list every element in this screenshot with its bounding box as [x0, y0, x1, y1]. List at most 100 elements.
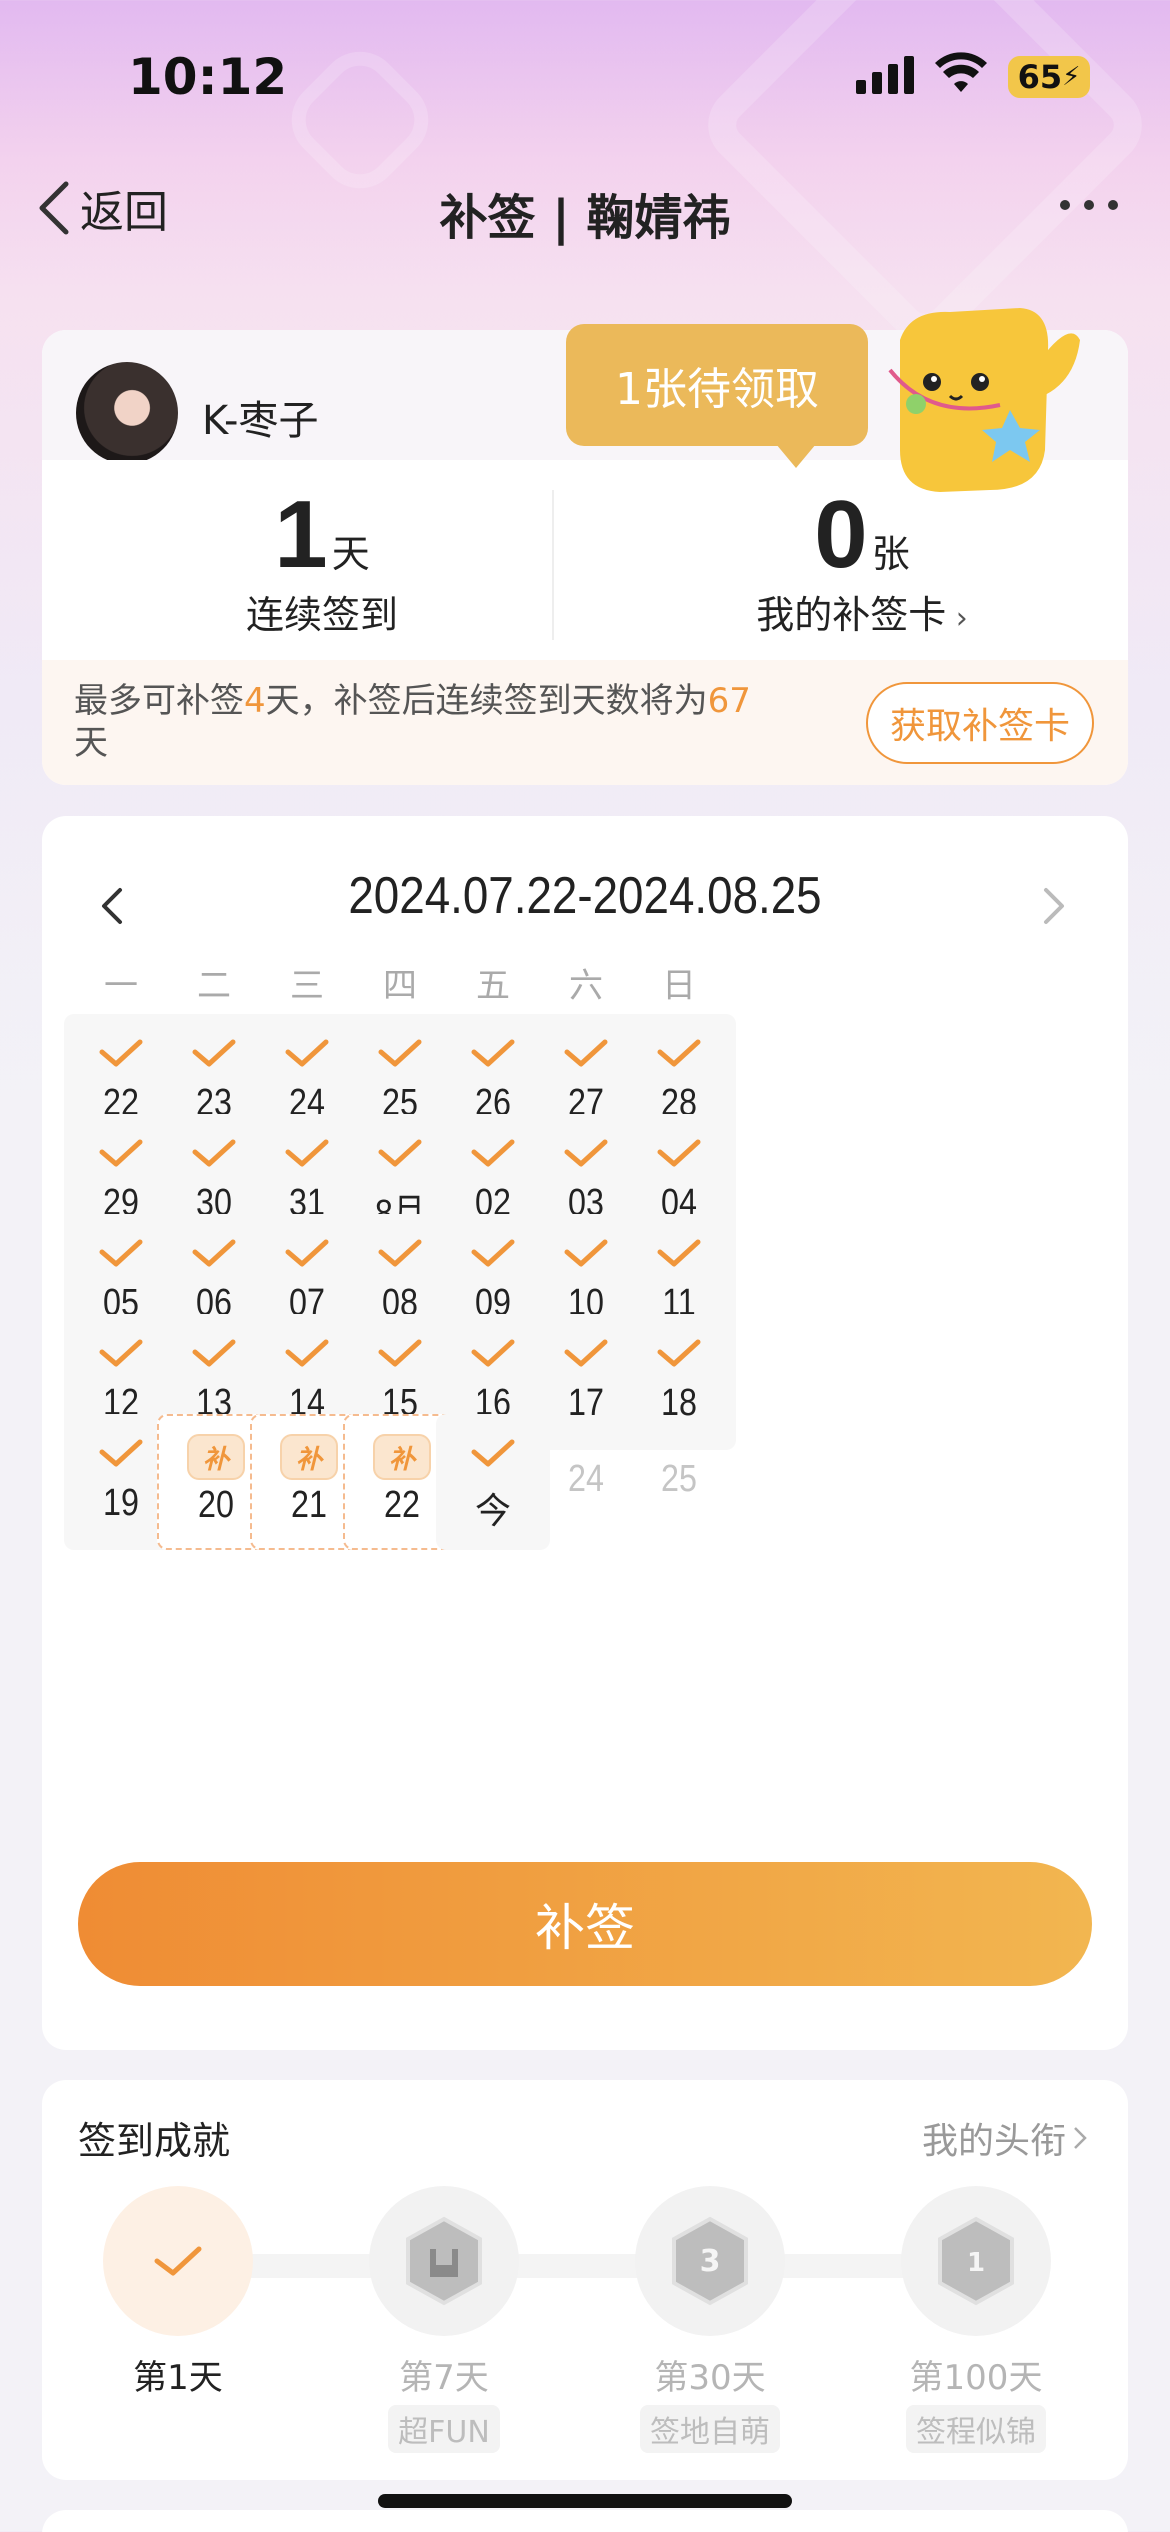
day-number: 25	[661, 1458, 697, 1500]
tip-total: 67	[707, 681, 751, 721]
achievement-day: 第1天	[133, 2358, 223, 2398]
achievement-item[interactable]: 3 第30天签地自萌	[610, 2186, 810, 2453]
check-icon	[657, 1039, 701, 1067]
get-makeup-card-button[interactable]: 获取补签卡	[866, 682, 1094, 764]
check-icon	[154, 2246, 202, 2276]
cards-label-text: 我的补签卡	[756, 593, 947, 637]
check-icon	[378, 1239, 422, 1267]
check-icon	[192, 1139, 236, 1167]
check-icon	[657, 1139, 701, 1167]
cards-value: 0	[814, 481, 867, 588]
tip-part3: 天	[74, 723, 108, 763]
streak-stat: 1天 连续签到	[62, 480, 582, 639]
home-indicator	[378, 2494, 792, 2508]
day-number: 19	[103, 1482, 139, 1524]
charging-bolt-icon: ⚡	[1062, 62, 1081, 92]
achievement-day: 第100天	[909, 2358, 1043, 2398]
pending-claim-bubble[interactable]: 1张待领取	[566, 324, 868, 468]
check-icon	[99, 1239, 143, 1267]
next-range-button[interactable]	[1036, 876, 1072, 936]
check-icon	[657, 1339, 701, 1367]
chevron-right-icon	[1074, 2127, 1087, 2149]
check-icon	[285, 1239, 329, 1267]
achievement-badge: 3	[635, 2186, 785, 2336]
achievement-badge: 1	[901, 2186, 1051, 2336]
my-titles-link[interactable]: 我的头衔	[922, 2112, 1088, 2164]
check-icon	[471, 1039, 515, 1067]
achievement-day: 第30天	[654, 2358, 766, 2398]
check-icon	[192, 1239, 236, 1267]
makeup-tag-icon: 补	[187, 1434, 245, 1480]
cards-label: 我的补签卡 ›	[602, 584, 1122, 639]
achievement-title-tag: 签地自萌	[640, 2405, 780, 2453]
check-icon	[192, 1039, 236, 1067]
battery-level: 65	[1017, 58, 1063, 96]
100-days-badge-icon: 1	[938, 2216, 1014, 2306]
makeup-cards-stat[interactable]: 0张 我的补签卡 ›	[602, 480, 1122, 639]
achievements-card: 签到成就 我的头衔 第1天 第7天超FUN 3 第30天签地自萌 1 第100天签程似锦	[42, 2080, 1128, 2480]
check-icon	[378, 1339, 422, 1367]
svg-text:3: 3	[700, 2244, 721, 2279]
achievement-title-tag: 签程似锦	[906, 2405, 1046, 2453]
cellular-signal-icon	[856, 56, 914, 94]
chevron-right-icon: ›	[946, 601, 968, 636]
check-icon	[99, 1039, 143, 1067]
cards-unit: 张	[871, 532, 910, 576]
makeup-button[interactable]: 补签	[78, 1862, 1092, 1986]
mascot-icon	[888, 308, 1080, 492]
makeup-tag-icon: 补	[280, 1434, 338, 1480]
check-icon	[564, 1039, 608, 1067]
check-icon	[378, 1039, 422, 1067]
my-titles-label: 我的头衔	[921, 2121, 1066, 2162]
check-icon	[378, 1139, 422, 1167]
more-options-button[interactable]	[1060, 200, 1118, 210]
check-icon	[99, 1139, 143, 1167]
calendar-day-future: 25	[622, 1414, 736, 1550]
check-icon	[99, 1439, 143, 1467]
check-icon	[471, 1439, 515, 1467]
dot-icon	[1108, 200, 1118, 210]
achievement-item[interactable]: 第7天超FUN	[344, 2186, 544, 2453]
check-icon	[471, 1339, 515, 1367]
day-number: 24	[568, 1458, 604, 1500]
tip-part2: 天，补签后连续签到天数将为	[265, 681, 708, 721]
achievements-title: 签到成就	[78, 2119, 231, 2163]
page-title: 补签 | 鞠婧祎	[439, 190, 731, 246]
makeup-tip-text: 最多可补签4天，补签后连续签到天数将为67 天	[74, 680, 854, 764]
streak-label: 连续签到	[245, 593, 398, 637]
status-time: 10:12	[128, 48, 288, 106]
check-icon	[564, 1139, 608, 1167]
stats-divider	[552, 490, 554, 640]
avatar[interactable]	[76, 362, 178, 464]
weekday-label: 日	[662, 966, 696, 1006]
makeup-calendar-card: 2024.07.22-2024.08.25 一二三四五六日 22 23 24 25 26…	[42, 816, 1128, 2050]
dot-icon	[1084, 200, 1094, 210]
wifi-icon	[935, 52, 987, 92]
user-name: K-枣子	[202, 398, 319, 444]
check-icon	[471, 1139, 515, 1167]
check-icon	[564, 1239, 608, 1267]
check-icon	[285, 1039, 329, 1067]
next-card-edge	[42, 2510, 1128, 2532]
achievement-day: 第7天	[399, 2358, 489, 2398]
achievement-badge	[103, 2186, 253, 2336]
rock-hand-badge-icon	[406, 2216, 482, 2306]
30-days-badge-icon: 3	[672, 2216, 748, 2306]
check-icon	[285, 1339, 329, 1367]
tip-part1: 最多可补签	[74, 681, 244, 721]
achievement-title-tag: 超FUN	[388, 2405, 500, 2453]
tip-days: 4	[244, 681, 266, 721]
battery-icon: 65 ⚡	[1008, 56, 1090, 98]
achievement-item[interactable]: 1 第100天签程似锦	[876, 2186, 1076, 2453]
check-icon	[471, 1239, 515, 1267]
achievement-item[interactable]: 第1天	[78, 2186, 278, 2399]
streak-unit: 天	[331, 532, 370, 576]
check-icon	[192, 1339, 236, 1367]
check-icon	[285, 1139, 329, 1167]
makeup-tag-icon: 补	[373, 1434, 431, 1480]
streak-value: 1	[274, 481, 327, 588]
check-icon	[657, 1239, 701, 1267]
check-icon	[564, 1339, 608, 1367]
status-bar: 10:12 65 ⚡	[0, 0, 1170, 150]
check-icon	[99, 1339, 143, 1367]
